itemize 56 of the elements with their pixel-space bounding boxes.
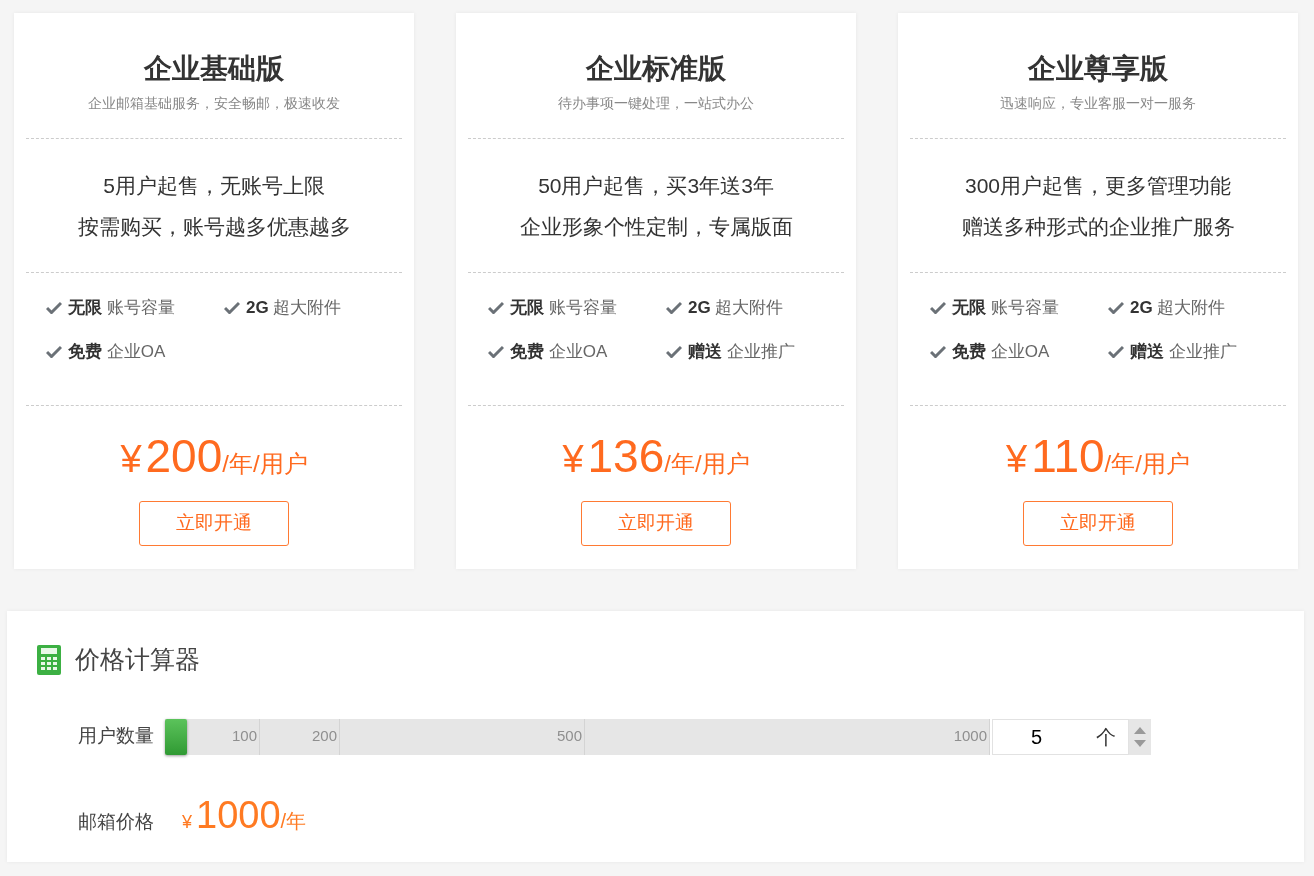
tick-label: 1000 (953, 726, 987, 747)
calculator-icon (37, 644, 61, 675)
plan-subtitle: 迅速响应，专业客服一对一服务 (1000, 94, 1196, 113)
checkmark-icon (1108, 301, 1124, 315)
plan-highlight: 50用户起售，买3年送3年 (538, 172, 774, 199)
feature-text: 无限 账号容量 (510, 297, 617, 319)
checkmark-icon (488, 344, 504, 358)
plan-highlight: 赠送多种形式的企业推广服务 (961, 213, 1235, 240)
checkmark-icon (488, 301, 504, 315)
subscribe-button[interactable]: 立即开通 (139, 501, 289, 546)
feature-text: 赠送 企业推广 (688, 340, 795, 363)
user-count-field[interactable]: 5 个 (992, 718, 1129, 755)
feature-text: 免费 企业OA (510, 340, 608, 363)
feature-text: 无限 账号容量 (68, 297, 175, 319)
calculator-title: 价格计算器 (75, 644, 200, 675)
feature-text: 免费 企业OA (68, 340, 166, 363)
tick-label: 200 (311, 726, 337, 747)
feature-text: 赠送 企业推广 (1130, 340, 1237, 363)
slider-thumb[interactable] (165, 718, 187, 755)
tick-label: 500 (556, 726, 582, 747)
checkmark-icon (46, 301, 62, 315)
plan-price: ¥200/年/用户 (120, 429, 308, 484)
plan-highlight: 5用户起售，无账号上限 (103, 172, 325, 199)
checkmark-icon (224, 301, 240, 315)
checkmark-icon (46, 344, 62, 358)
plan-title: 企业基础版 (144, 52, 284, 86)
price-label: 邮箱价格 (78, 809, 155, 834)
total-price: ¥1000/年 (182, 792, 307, 838)
user-count-label: 用户数量 (78, 724, 155, 749)
stepper-control[interactable] (1129, 718, 1151, 755)
plan-highlight: 300用户起售，更多管理功能 (964, 172, 1231, 199)
down-arrow-icon[interactable] (1134, 739, 1146, 747)
plan-highlight: 按需购买，账号越多优惠越多 (77, 213, 351, 240)
plan-title: 企业尊享版 (1028, 52, 1168, 86)
checkmark-icon (930, 344, 946, 358)
plan-subtitle: 企业邮箱基础服务，安全畅邮，极速收发 (88, 94, 340, 113)
plan-highlight: 企业形象个性定制，专属版面 (519, 213, 793, 240)
tick-label: 100 (231, 726, 257, 747)
feature-text: 2G 超大附件 (246, 297, 342, 319)
checkmark-icon (930, 301, 946, 315)
plan-subtitle: 待办事项一键处理，一站式办公 (558, 94, 754, 113)
unit-label: 个 (1096, 724, 1116, 750)
feature-text: 2G 超大附件 (1130, 297, 1226, 319)
feature-text: 2G 超大附件 (688, 297, 784, 319)
subscribe-button[interactable]: 立即开通 (581, 501, 731, 546)
plan-price: ¥136/年/用户 (562, 429, 750, 484)
checkmark-icon (1108, 344, 1124, 358)
slider-track[interactable]: 100 200 500 1000 (165, 718, 990, 755)
plan-price: ¥110/年/用户 (1006, 429, 1190, 484)
checkmark-icon (666, 344, 682, 358)
checkmark-icon (666, 301, 682, 315)
up-arrow-icon[interactable] (1134, 726, 1146, 734)
subscribe-button[interactable]: 立即开通 (1023, 501, 1173, 546)
plan-title: 企业标准版 (586, 52, 726, 86)
feature-text: 无限 账号容量 (952, 297, 1059, 319)
feature-text: 免费 企业OA (952, 340, 1050, 363)
